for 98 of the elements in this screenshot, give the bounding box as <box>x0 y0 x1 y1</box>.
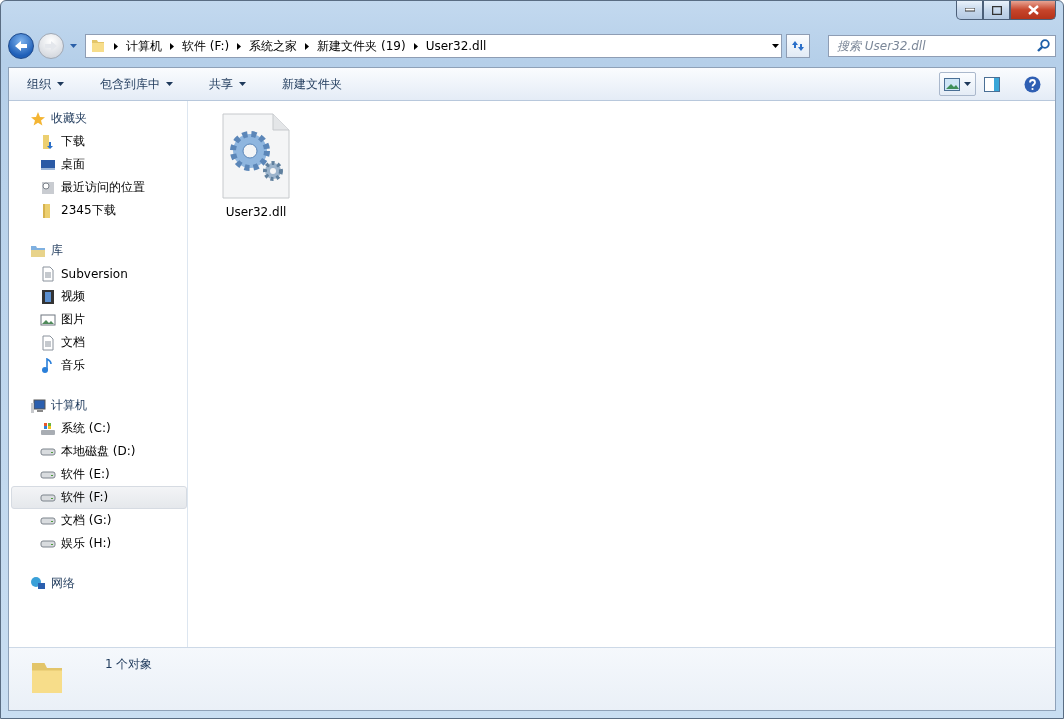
nav-item[interactable]: 娱乐 (H:) <box>11 532 187 555</box>
search-icon <box>1037 39 1050 52</box>
nav-label: 文档 (G:) <box>61 512 112 529</box>
nav-group-header[interactable]: 收藏夹 <box>11 107 187 130</box>
nav-label: 下载 <box>61 133 85 150</box>
file-name[interactable]: User32.dll <box>225 205 287 219</box>
nav-label: 网络 <box>51 575 75 592</box>
view-icon <box>944 77 960 91</box>
caret-icon <box>964 82 971 86</box>
chevron-icon <box>305 42 310 50</box>
nav-label: 文档 <box>61 334 85 351</box>
document-icon <box>40 334 56 351</box>
chevron-icon <box>114 42 118 50</box>
toolbar-button[interactable]: 组织 <box>19 71 72 97</box>
film-icon <box>40 288 56 305</box>
drive-icon <box>40 470 56 479</box>
caret-icon <box>772 44 779 48</box>
network-icon <box>30 575 46 592</box>
search-field[interactable]: 搜索 User32.dll <box>828 35 1056 57</box>
nav-item[interactable]: 文档 <box>11 331 187 354</box>
nav-label: Subversion <box>61 266 128 281</box>
nav-label: 最近访问的位置 <box>61 179 145 196</box>
nav-item[interactable]: 最近访问的位置 <box>11 176 187 199</box>
nav-item[interactable]: 本地磁盘 (D:) <box>11 440 187 463</box>
nav-label: 计算机 <box>51 397 87 414</box>
breadcrumb-item[interactable]: 系统之家 <box>249 37 298 55</box>
recent-pages-button[interactable] <box>68 42 79 50</box>
nav-group-header[interactable]: 网络 <box>11 572 187 595</box>
nav-label: 2345下载 <box>61 202 116 219</box>
nav-group-header[interactable]: 计算机 <box>11 394 187 417</box>
preview-pane-button[interactable] <box>982 74 1002 94</box>
chevron-icon <box>170 42 174 50</box>
preview-pane-icon <box>984 76 1000 92</box>
star-icon <box>30 110 46 127</box>
drive-icon <box>40 493 56 502</box>
nav-label: 视频 <box>61 288 85 305</box>
toolbar-button[interactable]: 共享 <box>201 71 254 97</box>
nav-item[interactable]: 软件 (E:) <box>11 463 187 486</box>
nav-item[interactable]: 2345下载 <box>11 199 187 222</box>
chevron-icon <box>413 42 418 50</box>
gear-file-icon <box>222 113 290 199</box>
computer-icon <box>30 397 46 414</box>
nav-item[interactable]: 图片 <box>11 308 187 331</box>
nav-item[interactable]: 音乐 <box>11 354 187 377</box>
nav-item[interactable]: 视频 <box>11 285 187 308</box>
change-view-button[interactable] <box>939 72 976 96</box>
folder-download-icon <box>40 133 56 150</box>
nav-label: 图片 <box>61 311 85 328</box>
nav-label: 库 <box>51 242 63 259</box>
drive-icon <box>40 539 56 548</box>
caret-icon <box>166 82 173 86</box>
refresh-button[interactable] <box>786 34 810 58</box>
back-button[interactable] <box>8 33 34 59</box>
address-dropdown-button[interactable] <box>770 42 781 50</box>
drive-icon <box>40 516 56 525</box>
folder-icon <box>90 38 106 54</box>
nav-label: 娱乐 (H:) <box>61 535 112 552</box>
chevron-icon <box>237 42 242 50</box>
caret-icon <box>239 82 246 86</box>
breadcrumb-item[interactable]: 新建文件夹 (19) <box>317 37 406 55</box>
right-arrow-icon <box>44 40 58 52</box>
breadcrumb-item[interactable]: 计算机 <box>126 37 162 55</box>
system-drive-icon <box>40 420 56 437</box>
caret-icon <box>70 44 77 48</box>
nav-label: 桌面 <box>61 156 85 173</box>
maximize-button[interactable] <box>983 1 1010 20</box>
status-text: 1 个对象 <box>105 656 153 673</box>
breadcrumb-item[interactable]: 软件 (F:) <box>182 37 230 55</box>
nav-item[interactable]: 下载 <box>11 130 187 153</box>
nav-item[interactable]: 系统 (C:) <box>11 417 187 440</box>
maximize-icon <box>991 5 1002 15</box>
nav-item[interactable]: 桌面 <box>11 153 187 176</box>
left-arrow-icon <box>14 40 28 52</box>
nav-item[interactable]: Subversion <box>11 262 187 285</box>
drive-icon <box>40 447 56 456</box>
document-icon <box>40 265 56 282</box>
minimize-button[interactable] <box>956 1 983 20</box>
nav-label: 本地磁盘 (D:) <box>61 443 136 460</box>
nav-item[interactable]: 文档 (G:) <box>11 509 187 532</box>
toolbar-button[interactable]: 包含到库中 <box>92 71 181 97</box>
nav-label: 音乐 <box>61 357 85 374</box>
picture-icon <box>40 311 56 328</box>
close-icon <box>1027 5 1039 15</box>
recent-places-icon <box>40 179 56 196</box>
help-icon <box>1024 75 1041 93</box>
close-button[interactable] <box>1010 1 1056 20</box>
caret-icon <box>57 82 64 86</box>
nav-label: 系统 (C:) <box>61 420 111 437</box>
refresh-icon <box>791 40 805 52</box>
nav-label: 软件 (E:) <box>61 466 110 483</box>
nav-label: 收藏夹 <box>51 110 87 127</box>
nav-label: 软件 (F:) <box>61 489 109 506</box>
breadcrumb-item[interactable]: User32.dll <box>425 39 487 53</box>
minimize-icon <box>964 8 975 12</box>
nav-item[interactable]: 软件 (F:) <box>11 486 187 509</box>
toolbar-button[interactable]: 新建文件夹 <box>274 71 350 97</box>
address-bar[interactable]: 计算机 软件 (F:) 系统之家 新建文件夹 (19) User32.dll <box>85 34 782 58</box>
nav-group-header[interactable]: 库 <box>11 239 187 262</box>
